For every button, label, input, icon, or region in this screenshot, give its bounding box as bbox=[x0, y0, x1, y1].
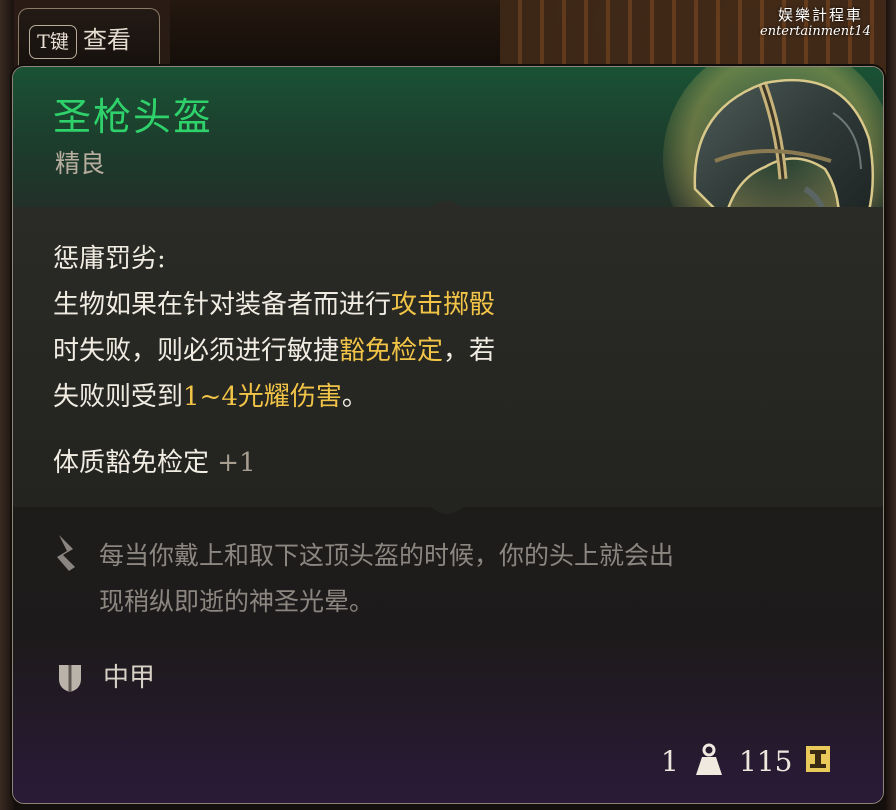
stat-bonus-line[interactable]: 体质豁免检定 +1 bbox=[53, 445, 256, 481]
ability-text: 生物如果在针对装备者而进行 bbox=[53, 290, 392, 320]
inspect-prompt[interactable]: T键 查看 bbox=[18, 8, 160, 67]
stat-name: 体质豁免检定 bbox=[53, 448, 210, 478]
inspect-label: 查看 bbox=[83, 26, 131, 54]
key-hint: T键 bbox=[29, 25, 77, 59]
ability-line-3: 失败则受到1~4光耀伤害。 bbox=[53, 379, 368, 415]
ability-line-1: 生物如果在针对装备者而进行攻击掷骰 bbox=[53, 287, 495, 323]
background-arch bbox=[170, 0, 500, 70]
saving-throw-link[interactable]: 豁免检定 bbox=[339, 336, 443, 366]
watermark-handle: entertainment14 bbox=[760, 24, 871, 39]
ability-text: ，若 bbox=[443, 336, 496, 366]
item-tooltip: 圣枪头盔 精良 惩庸罚劣: 生物如果在针对装备者而进行攻击掷骰 时失败，则必须进… bbox=[12, 66, 884, 804]
watermark-name: 娱樂計程車 bbox=[778, 6, 864, 24]
flavor-divider-notch bbox=[431, 507, 463, 514]
feather-icon bbox=[57, 535, 75, 571]
ability-text: 。 bbox=[341, 382, 368, 412]
shield-icon bbox=[59, 665, 81, 692]
flavor-line-1: 每当你戴上和取下这顶头盔的时候，你的头上就会出 bbox=[99, 541, 675, 570]
ability-title: 惩庸罚劣: bbox=[53, 244, 166, 274]
weight-icon bbox=[696, 743, 722, 775]
background-pillar-right bbox=[886, 0, 896, 810]
attack-roll-link[interactable]: 攻击掷骰 bbox=[391, 290, 495, 320]
item-weight: 1 bbox=[661, 745, 679, 778]
item-name: 圣枪头盔 bbox=[53, 95, 214, 139]
gold-coin-icon bbox=[806, 746, 830, 772]
ability-line-2: 时失败，则必须进行敏捷豁免检定，若 bbox=[53, 333, 495, 369]
item-rarity: 精良 bbox=[55, 149, 106, 178]
ability-text: 时失败，则必须进行敏捷 bbox=[53, 336, 340, 366]
flavor-line-2: 现稍纵即逝的神圣光晕。 bbox=[99, 587, 375, 616]
ability-text: 失败则受到 bbox=[53, 382, 184, 412]
item-value: 115 bbox=[739, 745, 793, 778]
header-divider-notch bbox=[431, 201, 463, 208]
stat-bonus: +1 bbox=[217, 448, 256, 478]
radiant-damage-link[interactable]: 1~4光耀伤害 bbox=[183, 382, 342, 412]
armor-type: 中甲 bbox=[103, 663, 156, 693]
